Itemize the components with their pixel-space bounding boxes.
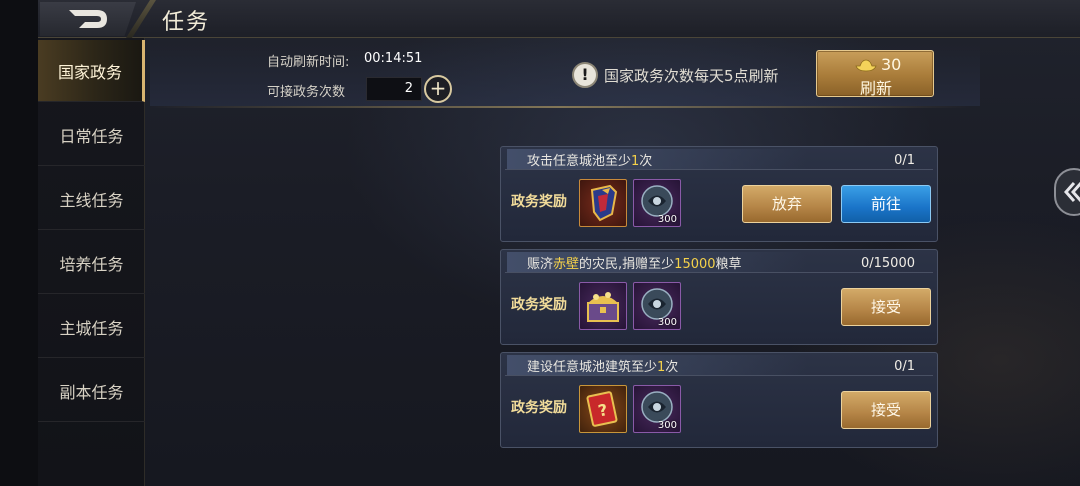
sidebar-item-label: 培养任务 bbox=[59, 254, 124, 274]
refresh-notice-text: 国家政务次数每天5点刷新 bbox=[604, 67, 779, 85]
mystery-card-icon: ? bbox=[586, 391, 618, 427]
reward-item[interactable]: 300 bbox=[633, 282, 681, 330]
reward-label: 政务奖励 bbox=[511, 400, 567, 416]
task-title: 建设任意城池建筑至少1次 bbox=[527, 360, 679, 375]
left-edge-strip bbox=[0, 0, 38, 486]
task-title: 赈济赤壁的灾民,捐赠至少15000粮草 bbox=[527, 257, 742, 272]
sidebar-item-dungeon-tasks[interactable]: 副本任务 bbox=[38, 360, 145, 422]
reward-label: 政务奖励 bbox=[511, 297, 567, 313]
back-arrow-icon bbox=[69, 10, 107, 28]
sidebar-item-label: 国家政务 bbox=[57, 62, 122, 82]
task-progress: 0/1 bbox=[894, 359, 915, 374]
reward-item[interactable] bbox=[579, 179, 627, 227]
sidebar-item-label: 主城任务 bbox=[59, 318, 124, 338]
sidebar-item-label: 主线任务 bbox=[59, 190, 124, 210]
sidebar-item-main-quests[interactable]: 主线任务 bbox=[38, 168, 145, 230]
gold-ingot-icon bbox=[855, 59, 877, 72]
abandon-button[interactable]: 放弃 bbox=[742, 185, 832, 223]
refresh-cost: 30 bbox=[881, 55, 902, 74]
auto-refresh-label: 自动刷新时间: bbox=[267, 55, 350, 70]
refresh-label: 刷新 bbox=[859, 79, 892, 98]
task-card: 赈济赤壁的灾民,捐赠至少15000粮草 0/15000 政务奖励 300 接受 bbox=[500, 249, 938, 345]
reward-item[interactable]: ? bbox=[579, 385, 627, 433]
available-count-label: 可接政务次数 bbox=[267, 85, 346, 100]
reward-quantity: 300 bbox=[657, 317, 677, 328]
back-button[interactable] bbox=[40, 2, 136, 36]
accept-button[interactable]: 接受 bbox=[841, 288, 931, 326]
sidebar-item-training-tasks[interactable]: 培养任务 bbox=[38, 232, 145, 294]
sidebar-item-city-tasks[interactable]: 主城任务 bbox=[38, 296, 145, 358]
add-count-button[interactable]: + bbox=[424, 75, 452, 103]
treasure-chest-icon bbox=[587, 292, 619, 322]
reward-quantity: 300 bbox=[657, 214, 677, 225]
task-card: 建设任意城池建筑至少1次 0/1 政务奖励 ? 300 接受 bbox=[500, 352, 938, 448]
reward-item[interactable]: 300 bbox=[633, 385, 681, 433]
page-title: 任务 bbox=[162, 10, 211, 35]
refresh-button[interactable]: 30 刷新 bbox=[816, 50, 934, 98]
reward-item[interactable] bbox=[579, 282, 627, 330]
go-button[interactable]: 前往 bbox=[841, 185, 931, 223]
exclamation-icon: ! bbox=[572, 62, 598, 88]
accept-button[interactable]: 接受 bbox=[841, 391, 931, 429]
armor-item-icon bbox=[590, 184, 618, 222]
double-chevron-left-icon bbox=[1064, 182, 1080, 202]
sidebar-item-label: 副本任务 bbox=[59, 382, 124, 402]
task-title: 攻击任意城池至少1次 bbox=[527, 154, 653, 169]
available-count-value: 2 bbox=[366, 77, 422, 101]
reward-label: 政务奖励 bbox=[511, 194, 567, 210]
sidebar-item-national-affairs[interactable]: 国家政务 bbox=[38, 40, 145, 102]
reward-item[interactable]: 300 bbox=[633, 179, 681, 227]
sidebar-item-label: 日常任务 bbox=[59, 126, 124, 146]
task-progress: 0/1 bbox=[894, 153, 915, 168]
sidebar: 国家政务 日常任务 主线任务 培养任务 主城任务 副本任务 bbox=[38, 38, 145, 486]
reward-quantity: 300 bbox=[657, 420, 677, 431]
sidebar-item-daily-tasks[interactable]: 日常任务 bbox=[38, 104, 145, 166]
task-progress: 0/15000 bbox=[860, 256, 915, 271]
info-divider bbox=[150, 106, 970, 108]
task-card: 攻击任意城池至少1次 0/1 政务奖励 300 放弃 前往 bbox=[500, 146, 938, 242]
auto-refresh-timer: 00:14:51 bbox=[364, 51, 423, 66]
side-panel-toggle[interactable] bbox=[1054, 168, 1080, 216]
